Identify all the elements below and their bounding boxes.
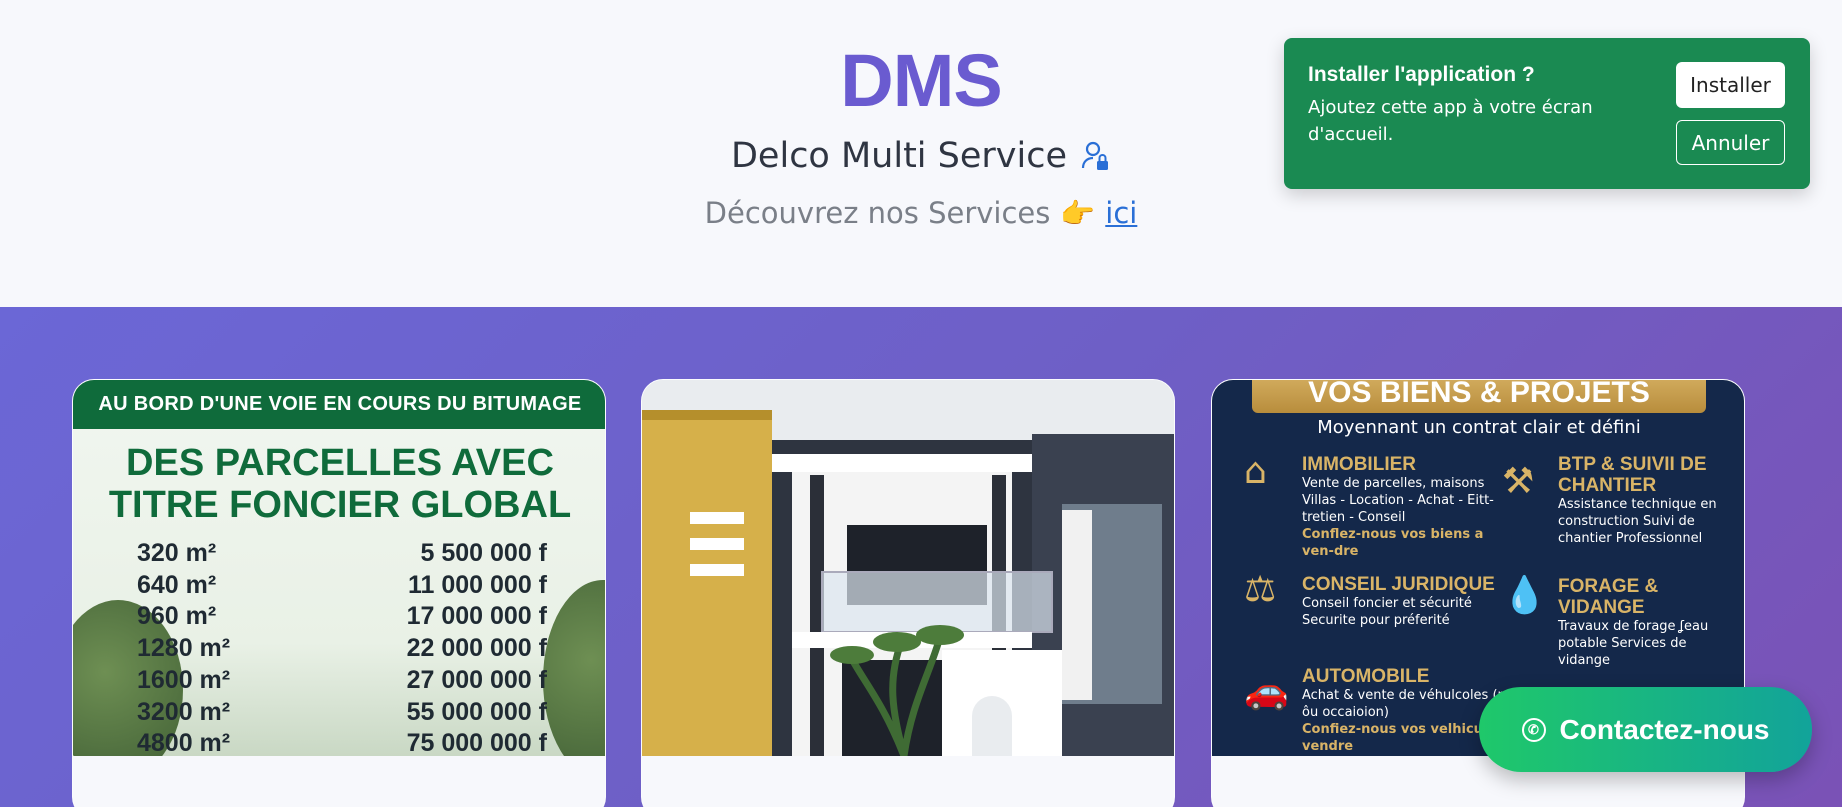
price-row: 4800 m² 75 000 000 f bbox=[137, 729, 547, 756]
cancel-button[interactable]: Annuler bbox=[1676, 120, 1785, 165]
water-drop-icon: 💧 bbox=[1502, 575, 1547, 616]
card-house[interactable] bbox=[641, 379, 1175, 807]
service-immobilier: IMMOBILIER Vente de parcelles, maisons V… bbox=[1302, 454, 1494, 559]
subtitle-text: Delco Multi Service bbox=[730, 136, 1068, 176]
parcelles-image: AU BORD D'UNE VOIE EN COURS DU BITUMAGE … bbox=[73, 380, 605, 756]
services-tagline: Moyennant un contrat clair et défini bbox=[1317, 417, 1641, 438]
price-list: 320 m² 5 500 000 f 640 m² 11 000 000 f 960… bbox=[137, 538, 547, 756]
install-title: Installer l'application ? bbox=[1308, 63, 1535, 86]
service-juridique: CONSEIL JURIDIQUE Conseil foncier et séc… bbox=[1302, 574, 1495, 628]
price-row: 640 m² 11 000 000 f bbox=[137, 570, 547, 599]
house-icon: ⌂ bbox=[1244, 451, 1267, 492]
service-btp: BTP & SUIVII DE CHANTIER Assistance tech… bbox=[1558, 454, 1717, 546]
parcelles-headline: DES PARCELLES AVEC TITRE FONCIER GLOBAL bbox=[73, 442, 605, 526]
discover-line: Découvrez nos Services 👉 ici bbox=[0, 196, 1842, 230]
services-banner: VOS BIENS & PROJETS bbox=[1252, 380, 1706, 413]
price-row: 320 m² 5 500 000 f bbox=[137, 539, 547, 567]
headline-line-1: DES PARCELLES AVEC bbox=[126, 442, 554, 484]
service-forage: FORAGE & VIDANGE Travaux de forage ʆeau … bbox=[1558, 576, 1709, 668]
pointing-hand-icon: 👉 bbox=[1060, 196, 1096, 230]
install-prompt: Installer l'application ? Ajoutez cette … bbox=[1284, 38, 1810, 189]
price-row: 1600 m² 27 000 000 f bbox=[137, 665, 547, 694]
install-message: Ajoutez cette app à votre écran d'accuei… bbox=[1308, 97, 1593, 145]
discover-text: Découvrez nos Services bbox=[704, 196, 1051, 230]
install-button[interactable]: Installer bbox=[1676, 62, 1785, 108]
house-image bbox=[642, 380, 1174, 756]
contact-button[interactable]: ✆ Contactez-nous bbox=[1479, 687, 1812, 772]
card-parcelles[interactable]: AU BORD D'UNE VOIE EN COURS DU BITUMAGE … bbox=[72, 379, 606, 807]
hammer-bricks-icon: ⚒ bbox=[1502, 461, 1535, 502]
price-row: 960 m² 17 000 000 f bbox=[137, 602, 547, 631]
user-lock-icon[interactable] bbox=[1081, 140, 1111, 172]
price-row: 1280 m² 22 000 000 f bbox=[137, 634, 547, 663]
car-icon: 🚗 bbox=[1244, 671, 1289, 712]
parcelles-ribbon: AU BORD D'UNE VOIE EN COURS DU BITUMAGE bbox=[73, 380, 605, 429]
scales-icon: ⚖ bbox=[1244, 569, 1277, 610]
contact-label: Contactez-nous bbox=[1559, 713, 1770, 745]
price-row: 3200 m² 55 000 000 f bbox=[137, 697, 547, 726]
headline-line-2: TITRE FONCIER GLOBAL bbox=[108, 484, 572, 526]
services-link[interactable]: ici bbox=[1105, 196, 1137, 230]
whatsapp-icon: ✆ bbox=[1521, 717, 1546, 742]
